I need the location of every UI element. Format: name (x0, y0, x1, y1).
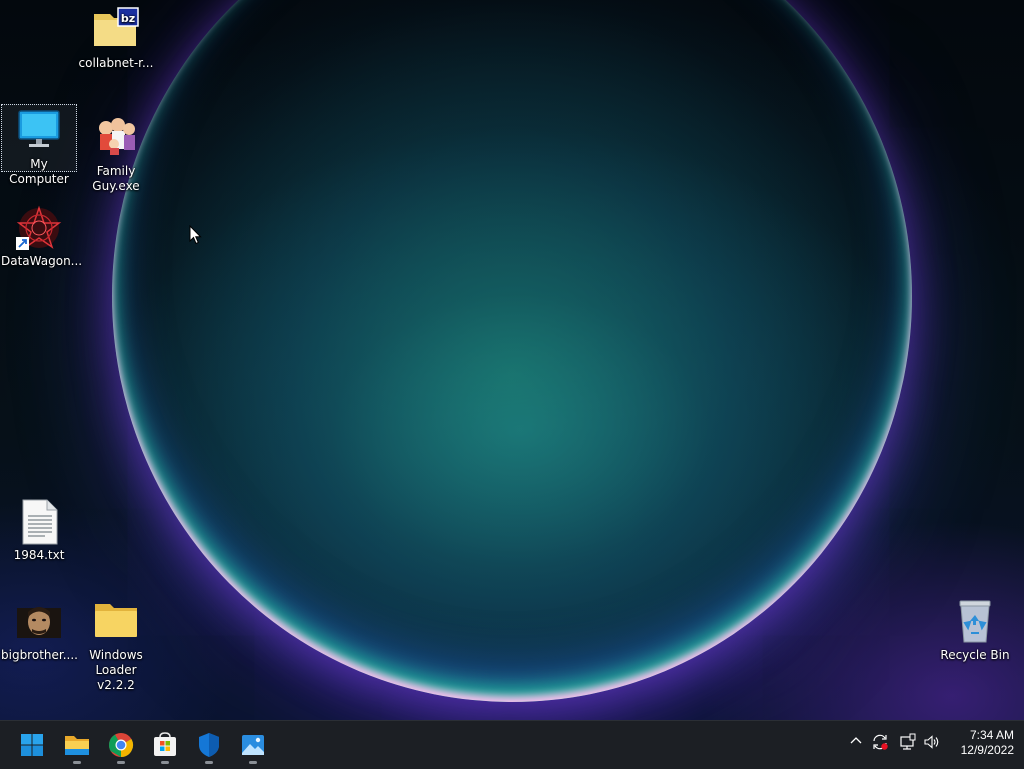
image-file-icon (15, 598, 63, 646)
desktop-icon-label: DataWagon... (1, 254, 83, 268)
running-indicator (161, 761, 169, 764)
desktop-icon-bigbrother[interactable]: bigbrother.... (1, 596, 78, 663)
desktop-icon-windows-loader[interactable]: Windows Loader v2.2.2 (78, 596, 154, 693)
desktop-icon-label: Recycle Bin (940, 648, 1010, 662)
desktop-icon-label: My Computer (9, 157, 69, 186)
system-clock[interactable]: 7:34 AM 12/9/2022 (944, 728, 1014, 758)
photos-button[interactable] (233, 725, 273, 765)
photos-icon (242, 735, 264, 755)
recycle-bin-icon (951, 598, 999, 646)
security-button[interactable] (189, 725, 229, 765)
folder-icon (92, 598, 140, 646)
desktop-icon-recycle-bin[interactable]: Recycle Bin (937, 596, 1013, 663)
store-button[interactable] (145, 725, 185, 765)
desktop-icon-label: bigbrother.... (1, 648, 78, 662)
start-button[interactable] (12, 725, 52, 765)
zip-folder-icon: bz (92, 6, 140, 54)
text-file-icon (15, 498, 63, 546)
chrome-icon (108, 733, 134, 757)
sync-status-button[interactable] (871, 733, 889, 755)
desktop-icon-datawagon[interactable]: DataWagon... (1, 202, 83, 269)
monitor-icon (15, 107, 63, 155)
windows-start-icon (21, 734, 43, 756)
show-hidden-icons-button[interactable] (848, 733, 864, 753)
sync-error-icon (873, 734, 888, 750)
desktop-icon-label: 1984.txt (13, 548, 65, 562)
network-icon (900, 733, 916, 750)
family-guy-icon (92, 114, 140, 162)
chevron-up-icon (850, 737, 862, 744)
running-indicator (73, 761, 81, 764)
file-explorer-button[interactable] (57, 725, 97, 765)
desktop-icon-1984-txt[interactable]: 1984.txt (1, 496, 77, 563)
clock-date: 12/9/2022 (960, 743, 1014, 757)
chrome-button[interactable] (101, 725, 141, 765)
desktop-icon-family-guy[interactable]: Family Guy.exe (78, 112, 154, 194)
network-button[interactable] (899, 733, 917, 755)
taskbar (0, 720, 1024, 769)
datawagon-shortcut-icon (15, 204, 63, 252)
mouse-cursor-icon (189, 224, 203, 249)
desktop-icon-label: Family Guy.exe (92, 164, 140, 193)
running-indicator (205, 761, 213, 764)
file-explorer-icon (65, 736, 89, 755)
volume-icon (924, 735, 939, 749)
desktop-wallpaper[interactable]: bz collabnet-r... My Computer Family Guy… (0, 0, 1024, 720)
store-icon (154, 732, 176, 756)
svg-text:bz: bz (121, 12, 135, 25)
desktop-icon-label: Windows Loader v2.2.2 (89, 648, 143, 692)
clock-time: 7:34 AM (969, 728, 1014, 742)
running-indicator (117, 761, 125, 764)
running-indicator (249, 761, 257, 764)
volume-button[interactable] (923, 733, 941, 755)
desktop-icon-label: collabnet-r... (78, 56, 154, 70)
desktop-icon-collabnet[interactable]: bz collabnet-r... (78, 4, 154, 71)
shield-icon (199, 733, 219, 757)
desktop-icon-my-computer[interactable]: My Computer (1, 104, 77, 186)
